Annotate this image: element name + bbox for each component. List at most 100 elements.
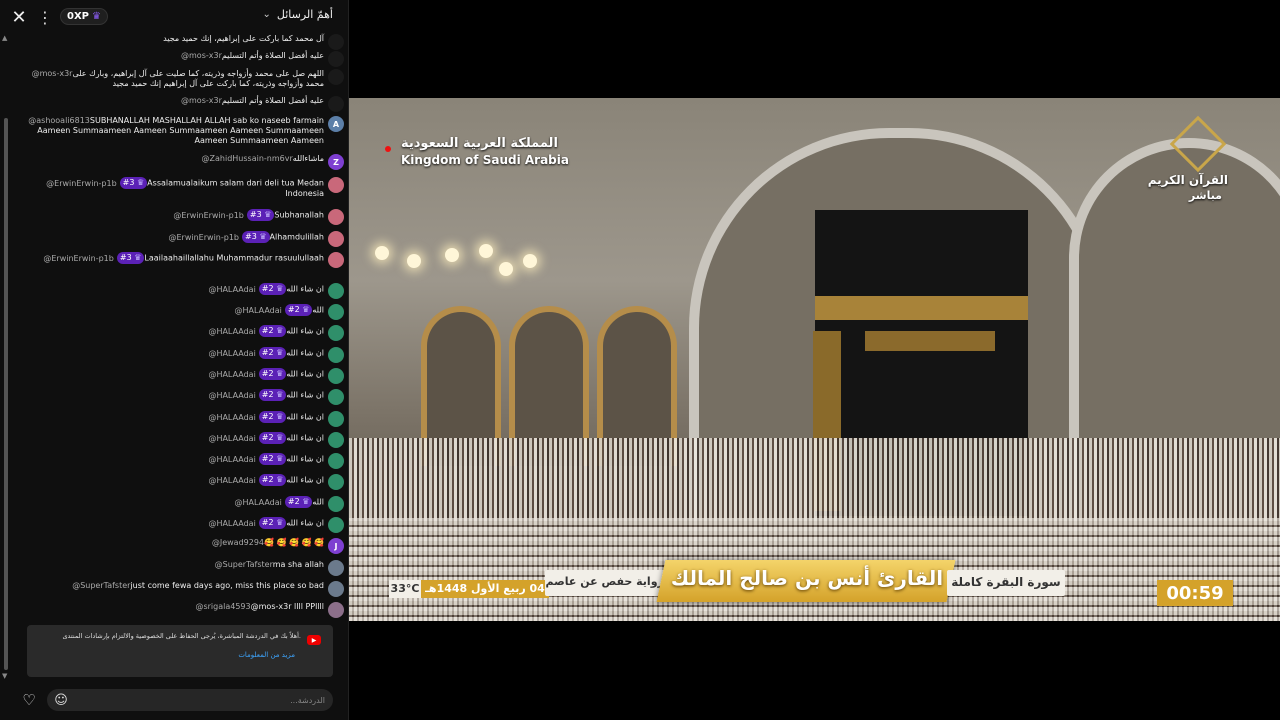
avatar[interactable] xyxy=(328,96,344,112)
avatar[interactable] xyxy=(328,347,344,363)
chat-message[interactable]: @mos-x3rعليه أفضل الصلاة وأتم التسليم xyxy=(16,96,344,112)
message-author[interactable]: @SuperTafster xyxy=(72,581,130,590)
message-author[interactable]: @HALAAdai xyxy=(235,498,282,507)
avatar[interactable] xyxy=(328,231,344,247)
message-author[interactable]: @HALAAdai xyxy=(208,434,255,443)
message-author[interactable]: @Jewad9294 xyxy=(212,538,264,547)
message-author[interactable]: @HALAAdai xyxy=(208,349,255,358)
heart-icon[interactable]: ♡ xyxy=(20,691,38,709)
chat-message[interactable]: @HALAAdai #2 ♛ ان شاء الله xyxy=(16,411,344,427)
message-text: آل محمد كما باركت على إبراهيم، إنك حميد … xyxy=(163,34,324,43)
chat-message[interactable]: Z @ZahidHussain-nm6vrماشاءالله xyxy=(16,154,344,170)
message-author[interactable]: @ErwinErwin-p1b xyxy=(46,179,117,188)
avatar[interactable] xyxy=(328,252,344,268)
message-author[interactable]: @HALAAdai xyxy=(208,370,255,379)
message-author[interactable]: @mos-x3r xyxy=(32,69,73,78)
message-author[interactable]: @HALAAdai xyxy=(208,285,255,294)
message-author[interactable]: @ZahidHussain-nm6vr xyxy=(202,154,293,163)
chat-message[interactable]: @HALAAdai #2 ♛ ان شاء الله xyxy=(16,347,344,363)
chat-message[interactable]: @ErwinErwin-p1b #3 ♛ Alhamdulillah xyxy=(16,231,344,247)
learn-more-link[interactable]: مزيد من المعلومات xyxy=(238,651,295,659)
avatar[interactable] xyxy=(328,51,344,67)
message-author[interactable]: @mos-x3r xyxy=(181,51,222,60)
chat-message[interactable]: @ErwinErwin-p1b #3 ♛ Subhanallah xyxy=(16,209,344,225)
message-author[interactable]: @srigala4593 xyxy=(195,602,250,611)
chat-input[interactable] xyxy=(75,692,325,708)
avatar[interactable] xyxy=(328,496,344,512)
avatar[interactable] xyxy=(328,389,344,405)
scroll-down-arrow-icon[interactable]: ▼ xyxy=(2,672,7,680)
hijri-date: 04 ربيع الأول 1448هـ xyxy=(425,582,545,595)
chat-message[interactable]: @HALAAdai #2 ♛ ان شاء الله xyxy=(16,517,344,533)
chat-message[interactable]: @ErwinErwin-p1b #3 ♛ Assalamualaikum salam… xyxy=(16,177,344,199)
message-body: @ErwinErwin-p1b #3 ♛ Alhamdulillah xyxy=(16,231,324,243)
chat-message[interactable]: @SuperTafsterjust come fewa days ago, mi… xyxy=(16,581,344,597)
avatar[interactable] xyxy=(328,560,344,576)
message-author[interactable]: @mos-x3r xyxy=(181,96,222,105)
rank-label: #2 xyxy=(287,497,300,506)
avatar[interactable] xyxy=(328,453,344,469)
chat-message[interactable]: A @ashooali6813SUBHANALLAH MASHALLAH ALLA… xyxy=(16,116,344,146)
video-player[interactable]: المملكة العربية السعودية Kingdom of Saud… xyxy=(349,98,1280,621)
chat-message[interactable]: آل محمد كما باركت على إبراهيم، إنك حميد … xyxy=(16,34,344,50)
message-text: ان شاء الله xyxy=(286,348,324,358)
avatar[interactable] xyxy=(328,581,344,597)
message-author[interactable]: @HALAAdai xyxy=(208,327,255,336)
chat-message[interactable]: J @Jewad9294🥰 🥰 🥰 🥰 🥰 xyxy=(16,538,344,554)
avatar[interactable] xyxy=(328,368,344,384)
avatar[interactable] xyxy=(328,602,344,618)
avatar[interactable] xyxy=(328,69,344,85)
chat-message[interactable]: @HALAAdai #2 ♛ ان شاء الله xyxy=(16,453,344,469)
avatar[interactable]: Z xyxy=(328,154,344,170)
message-author[interactable]: @SuperTafster xyxy=(215,560,273,569)
avatar[interactable] xyxy=(328,411,344,427)
avatar[interactable] xyxy=(328,432,344,448)
chat-message[interactable]: @HALAAdai #2 ♛ ان شاء الله xyxy=(16,368,344,384)
avatar[interactable] xyxy=(328,177,344,193)
crown-icon: ♛ xyxy=(134,178,145,187)
more-options-button[interactable]: ⋮ xyxy=(36,6,54,28)
close-chat-button[interactable]: ✕ xyxy=(8,6,30,28)
chat-message[interactable]: @HALAAdai #2 ♛ ان شاء الله xyxy=(16,474,344,490)
scroll-up-arrow-icon[interactable]: ▲ xyxy=(2,34,7,42)
message-author[interactable]: @HALAAdai xyxy=(208,476,255,485)
avatar[interactable] xyxy=(328,325,344,341)
rank-badge: #3 ♛ xyxy=(242,231,270,243)
avatar[interactable] xyxy=(328,517,344,533)
chat-message[interactable]: @ErwinErwin-p1b #3 ♛ Laailaahaillallahu Mu… xyxy=(16,252,344,268)
message-author[interactable]: @HALAAdai xyxy=(208,391,255,400)
chat-message[interactable]: @SuperTafsterma sha allah xyxy=(16,560,344,576)
avatar[interactable] xyxy=(328,304,344,320)
avatar[interactable]: J xyxy=(328,538,344,554)
message-author[interactable]: @HALAAdai xyxy=(235,306,282,315)
avatar[interactable]: A xyxy=(328,116,344,132)
message-author[interactable]: @ErwinErwin-p1b xyxy=(173,211,244,220)
message-author[interactable]: @ErwinErwin-p1b xyxy=(43,254,114,263)
chat-message[interactable]: @HALAAdai #2 ♛ ان شاء الله xyxy=(16,283,344,299)
message-body: @mos-x3rاللهم صل على محمد وأزواجه وذريته… xyxy=(16,69,324,89)
crown-icon: ♛ xyxy=(92,11,101,22)
message-author[interactable]: @ashooali6813 xyxy=(28,116,90,125)
chat-message[interactable]: @mos-x3rعليه أفضل الصلاة وأتم التسليم xyxy=(16,51,344,67)
chat-message[interactable]: @HALAAdai #2 ♛ الله xyxy=(16,496,344,512)
message-author[interactable]: @ErwinErwin-p1b xyxy=(169,233,240,242)
chat-mode-dropdown[interactable]: ⌄ أهمّ الرسائل xyxy=(262,8,333,21)
avatar[interactable] xyxy=(328,34,344,50)
scroll-thumb[interactable] xyxy=(4,118,8,670)
avatar[interactable] xyxy=(328,474,344,490)
chat-message[interactable]: @HALAAdai #2 ♛ الله xyxy=(16,304,344,320)
message-author[interactable]: @HALAAdai xyxy=(208,519,255,528)
chat-message[interactable]: @HALAAdai #2 ♛ ان شاء الله xyxy=(16,325,344,341)
chat-message[interactable]: @HALAAdai #2 ♛ ان شاء الله xyxy=(16,432,344,448)
message-author[interactable]: @HALAAdai xyxy=(208,455,255,464)
emoji-icon[interactable]: ☺ xyxy=(52,691,70,709)
chat-scrollbar[interactable]: ▲ ▼ xyxy=(2,34,10,680)
avatar[interactable] xyxy=(328,283,344,299)
xp-badge[interactable]: 0XP ♛ xyxy=(60,8,108,25)
chat-message[interactable]: @srigala4593@mos-x3r llll PPllll xyxy=(16,602,344,618)
chat-message[interactable]: @mos-x3rاللهم صل على محمد وأزواجه وذريته… xyxy=(16,69,344,89)
avatar[interactable] xyxy=(328,209,344,225)
chat-message[interactable]: @HALAAdai #2 ♛ ان شاء الله xyxy=(16,389,344,405)
message-author[interactable]: @HALAAdai xyxy=(208,413,255,422)
riwaya-label: برواية حفص عن عاصم xyxy=(545,575,669,588)
